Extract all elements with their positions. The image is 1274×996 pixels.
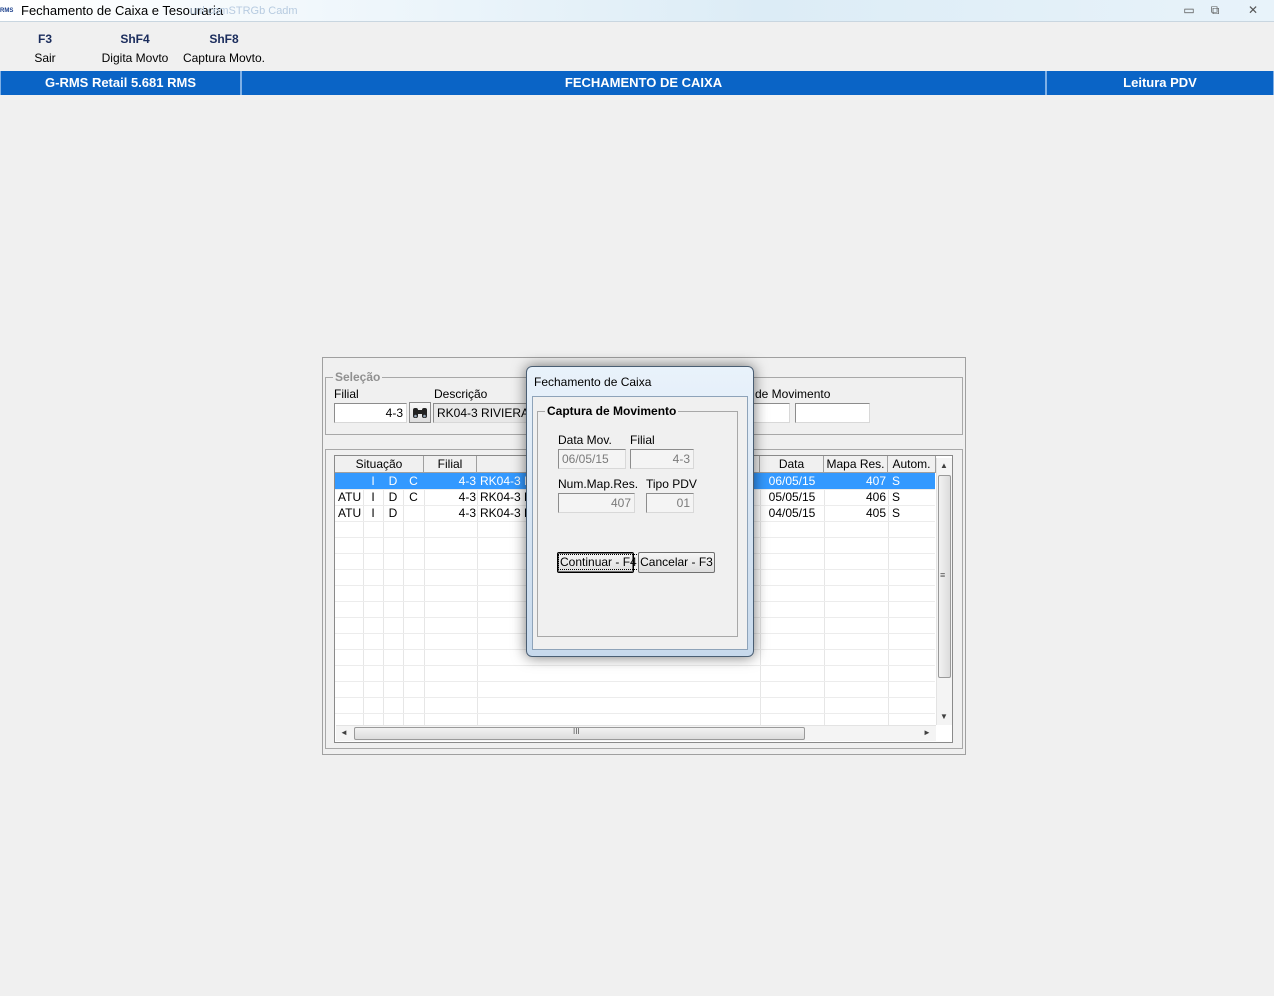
cancelar-button[interactable]: Cancelar - F3 [638, 552, 715, 573]
movimento-from-input[interactable] [752, 403, 790, 423]
continuar-button[interactable]: Continuar - F4 [557, 552, 639, 573]
cell-situacao-d: D [388, 490, 398, 504]
dialog-filial-field[interactable]: 4-3 [630, 449, 694, 469]
function-key-action: Captura Movto. [182, 51, 266, 65]
scroll-grip-icon: ≡ [940, 570, 946, 580]
data-mov-label: Data Mov. [558, 433, 612, 447]
descricao-field: RK04-3 RIVIERA B [433, 403, 533, 423]
toolbar-f3-sair[interactable]: F3 Sair [0, 31, 90, 68]
cell-filial: 4-3 [458, 474, 476, 488]
cell-autom: S [892, 490, 901, 504]
cell-situacao-c: C [409, 490, 418, 504]
column-header-autom[interactable]: Autom. [888, 456, 936, 473]
filial-label: Filial [334, 387, 359, 401]
movimento-to-input[interactable] [795, 403, 870, 423]
cell-autom: S [892, 474, 901, 488]
cell-situacao [338, 473, 362, 489]
cell-data: 06/05/15 [768, 474, 816, 488]
hscroll-grip-icon: III [573, 727, 580, 736]
function-key-label: F3 [37, 32, 52, 46]
movimento-label: de Movimento [755, 387, 831, 401]
close-button[interactable]: ✕ [1242, 2, 1264, 18]
column-header-mapa-res[interactable]: Mapa Res. [824, 456, 888, 473]
column-header-data[interactable]: Data [760, 456, 824, 473]
num-map-res-label: Num.Map.Res. [558, 477, 639, 491]
binoculars-icon [413, 408, 427, 418]
grid-line [335, 697, 935, 698]
scroll-right-arrow-icon[interactable]: ► [921, 727, 933, 739]
system-version: G-RMS Retail 5.681 RMS [0, 71, 241, 95]
selection-legend: Seleção [333, 370, 383, 384]
grid-line [335, 665, 935, 666]
function-key-action: Sair [34, 51, 56, 65]
cell-situacao-c [403, 505, 424, 521]
function-key-action: Digita Movto [101, 51, 169, 65]
descricao-label: Descrição [434, 387, 488, 401]
screen-title: FECHAMENTO DE CAIXA [241, 71, 1046, 95]
cell-situacao-d: D [388, 506, 398, 520]
function-key-label: ShF4 [120, 32, 150, 46]
cell-data: 04/05/15 [768, 506, 816, 520]
scroll-up-arrow-icon[interactable]: ▲ [938, 460, 950, 472]
cell-mapa-res: 407 [865, 474, 886, 488]
minimize-button[interactable]: ▭ [1178, 2, 1200, 18]
restore-button[interactable]: ⧉ [1204, 2, 1226, 18]
function-key-label: ShF8 [209, 32, 239, 46]
cancelar-button-label: Cancelar - F3 [640, 555, 713, 569]
cell-situacao-c: C [409, 474, 418, 488]
dialog-filial-label: Filial [630, 433, 655, 447]
dialog-title: Fechamento de Caixa [534, 375, 652, 389]
screen-mode: Leitura PDV [1046, 71, 1274, 95]
scroll-down-arrow-icon[interactable]: ▼ [938, 711, 950, 723]
column-header-filial[interactable]: Filial [424, 456, 477, 473]
tipo-pdv-label: Tipo PDV [646, 477, 697, 491]
cell-situacao-i: I [371, 474, 375, 488]
captura-legend: Captura de Movimento [545, 404, 679, 418]
filial-input[interactable]: 4-3 [334, 403, 407, 423]
cell-situacao: ATU [338, 506, 362, 520]
grid-line [335, 713, 935, 714]
background-window-title: unl comSTRGb Cadm [190, 5, 298, 17]
cell-autom: S [892, 506, 901, 520]
toolbar-shf8-captura[interactable]: ShF8 Captura Movto. [179, 31, 269, 68]
search-filial-button[interactable] [409, 402, 431, 423]
cell-mapa-res: 406 [865, 490, 886, 504]
continuar-button-label: Continuar - F4 [558, 554, 639, 570]
cell-filial: 4-3 [458, 490, 476, 504]
app-icon: RMS [0, 8, 14, 14]
data-mov-field[interactable]: 06/05/15 [558, 449, 626, 469]
cell-situacao-i: I [371, 490, 375, 504]
scroll-left-arrow-icon[interactable]: ◄ [338, 727, 350, 739]
module-header-bar: G-RMS Retail 5.681 RMS FECHAMENTO DE CAI… [0, 71, 1274, 95]
cell-situacao-d: D [388, 474, 398, 488]
grid-line [335, 681, 935, 682]
cell-situacao: ATU [338, 490, 362, 504]
cell-situacao-i: I [371, 506, 375, 520]
toolbar-shf4-digita[interactable]: ShF4 Digita Movto [90, 31, 180, 68]
cell-mapa-res: 405 [865, 506, 886, 520]
cell-data: 05/05/15 [768, 490, 816, 504]
num-map-res-field[interactable]: 407 [558, 493, 635, 513]
tipo-pdv-field[interactable]: 01 [646, 493, 694, 513]
column-header-situacao[interactable]: Situação [335, 456, 424, 473]
cell-filial: 4-3 [458, 506, 476, 520]
